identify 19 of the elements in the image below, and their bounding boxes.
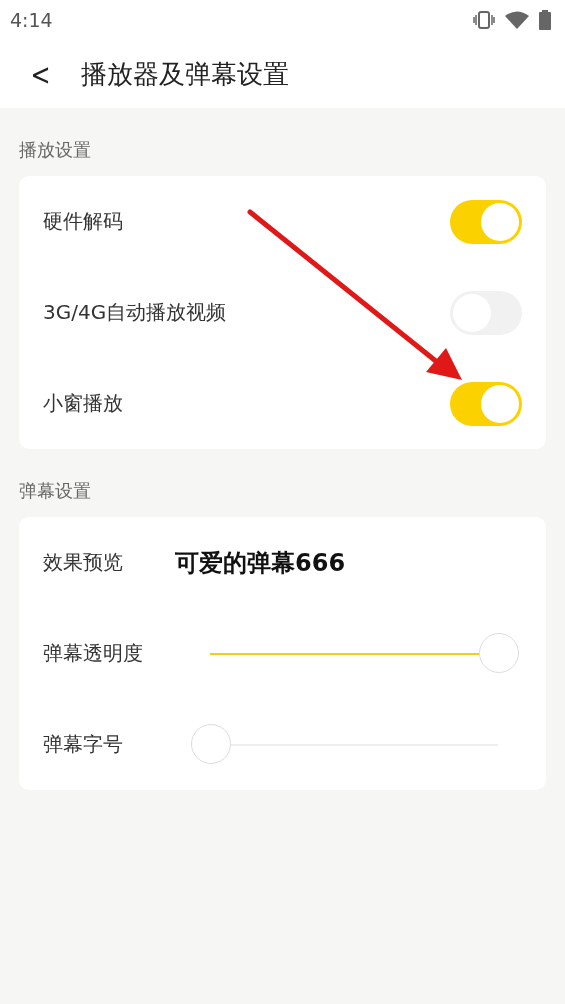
section-title: 弹幕设置 [18,479,92,503]
page-title: 播放器及弹幕设置 [81,57,290,91]
battery-icon [539,10,551,30]
toggle-switch[interactable] [450,381,522,426]
vibrate-icon [473,11,495,29]
danmaku-preview: 可爱的弹幕666 [175,547,347,579]
setting-label: 弹幕透明度 [43,640,143,667]
status-time: 4:14 [10,9,53,31]
setting-label: 硬件解码 [43,208,123,235]
setting-label: 3G/4G自动播放视频 [43,299,227,326]
wifi-icon [505,11,529,29]
slider-thumb[interactable] [479,632,519,673]
setting-label: 弹幕字号 [43,731,123,758]
toggle-switch[interactable] [450,199,522,244]
setting-label: 效果预览 [43,549,123,576]
slider-thumb[interactable] [191,723,231,764]
setting-label: 小窗播放 [43,390,123,417]
section-title: 播放设置 [18,138,92,162]
back-button[interactable]: < [25,56,56,92]
